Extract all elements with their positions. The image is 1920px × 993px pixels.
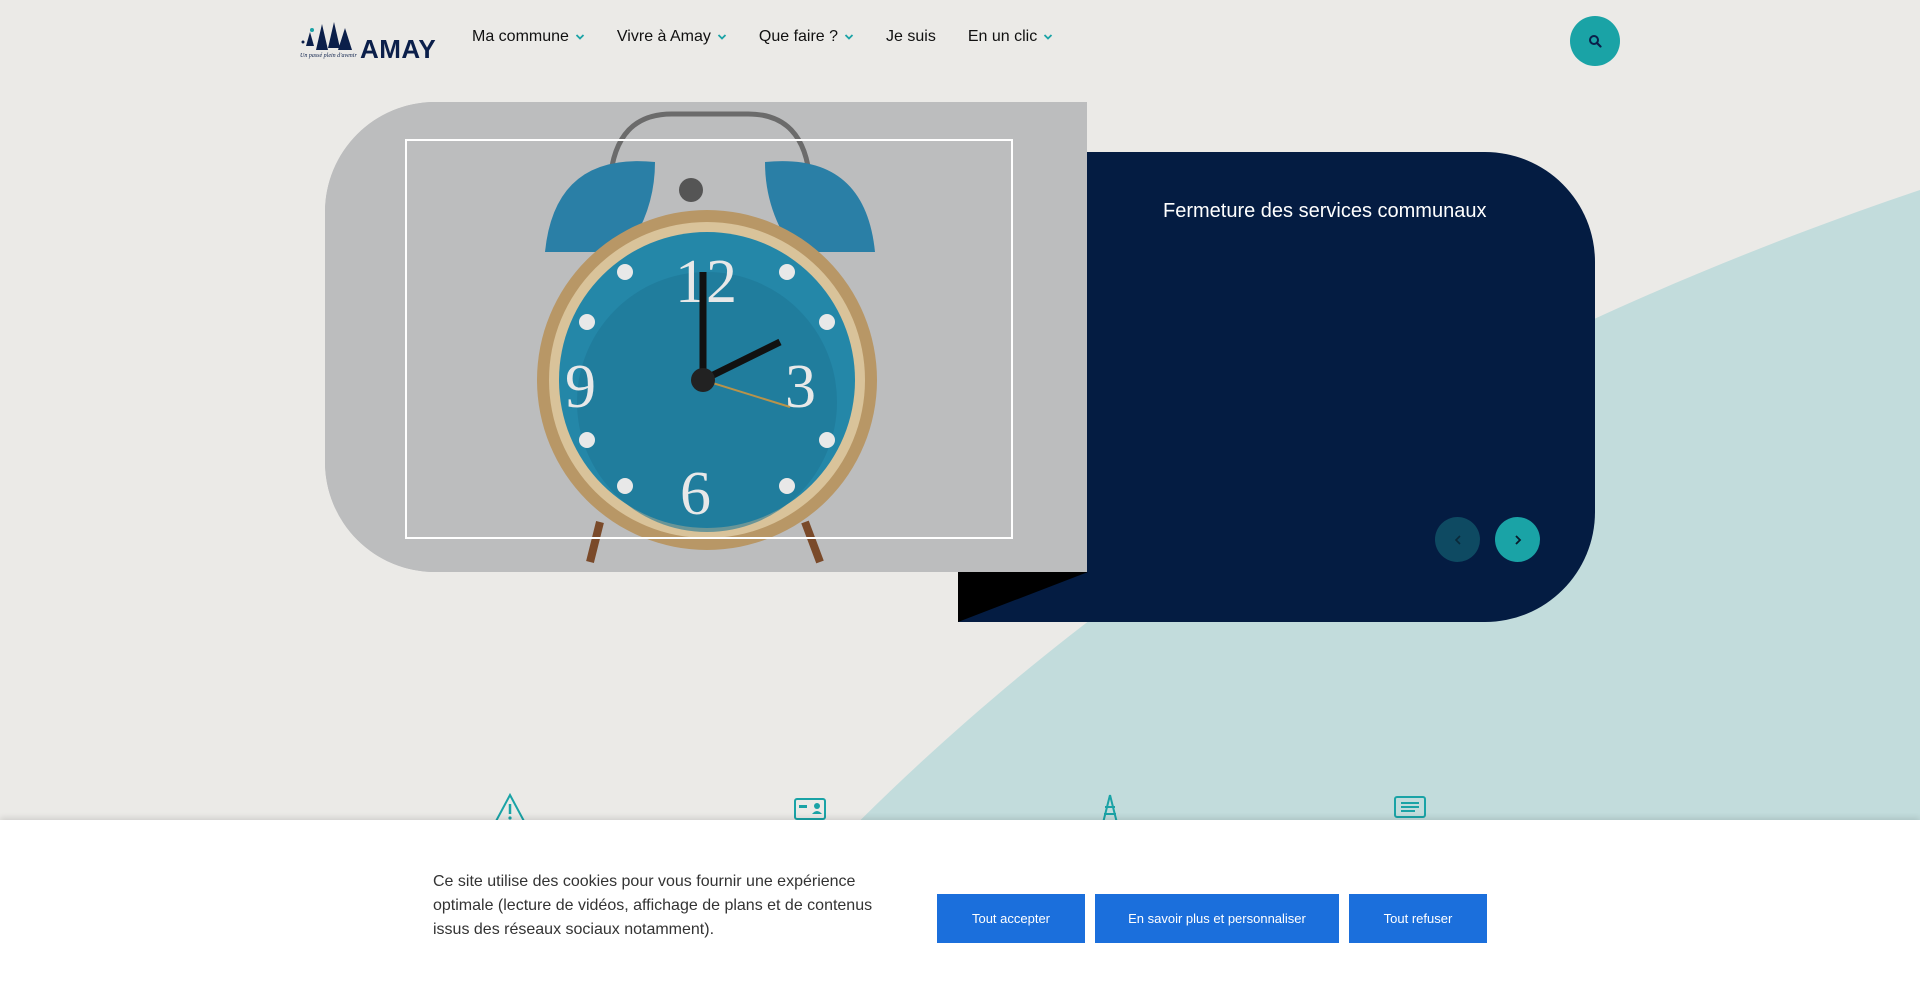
refuse-all-button[interactable]: Tout refuser <box>1349 894 1487 943</box>
nav-item-ma-commune[interactable]: Ma commune <box>472 28 585 46</box>
search-icon <box>1589 35 1602 48</box>
chevron-down-icon <box>1044 34 1053 40</box>
nav-item-label: Ma commune <box>472 28 569 45</box>
nav-item-label: Vivre à Amay <box>616 28 711 45</box>
chevron-down-icon <box>575 34 585 40</box>
chevron-right-icon <box>1514 534 1521 545</box>
cookie-banner-text: Ce site utilise des cookies pour vous fo… <box>433 873 873 938</box>
cookie-banner: Ce site utilise des cookies pour vous fo… <box>0 820 1920 993</box>
logo-text: AMAY <box>360 34 437 64</box>
chevron-left-icon <box>1454 534 1461 545</box>
nav-item-je-suis[interactable]: Je suis <box>886 28 936 46</box>
nav-item-label: En un clic <box>967 28 1038 45</box>
carousel-next-button[interactable] <box>1495 517 1540 562</box>
nav-item-label: Je suis <box>886 28 936 45</box>
nav-item-que-faire[interactable]: Que faire ? <box>759 28 854 46</box>
hero-title[interactable]: Fermeture des services communaux <box>1163 200 1486 223</box>
logo-tagline: Un passé plein d'avenir <box>300 53 357 59</box>
main-nav: Ma commune Vivre à Amay Que faire ? Je s… <box>472 28 1085 46</box>
carousel-prev-button[interactable] <box>1435 517 1480 562</box>
chevron-down-icon <box>844 34 854 40</box>
chevron-down-icon <box>717 34 727 40</box>
hero-image-frame <box>405 139 1013 539</box>
nav-item-en-un-clic[interactable]: En un clic <box>968 28 1053 46</box>
hero-card-shadow <box>958 572 1088 622</box>
hero-image[interactable]: 12 9 3 6 <box>325 102 1087 572</box>
site-header: AMAY Un passé plein d'avenir Ma commune … <box>0 0 1920 82</box>
accept-all-button[interactable]: Tout accepter <box>937 894 1085 943</box>
search-button[interactable] <box>1570 16 1620 66</box>
site-logo[interactable]: AMAY Un passé plein d'avenir <box>298 18 442 64</box>
nav-item-vivre-a-amay[interactable]: Vivre à Amay <box>617 28 727 46</box>
customize-cookies-button[interactable]: En savoir plus et personnaliser <box>1095 894 1339 943</box>
nav-item-label: Que faire ? <box>758 28 839 45</box>
